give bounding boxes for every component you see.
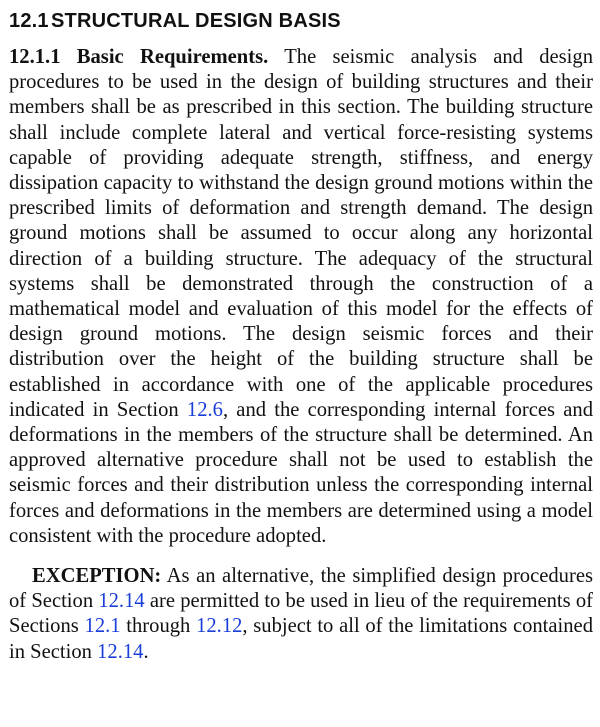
basic-requirements-paragraph: 12.1.1 Basic Requirements. The seismic a… xyxy=(9,45,593,549)
section-12-14-link[interactable]: 12.14 xyxy=(98,590,144,612)
exception-paragraph: EXCEPTION: As an alternative, the simpli… xyxy=(9,564,593,665)
exception-label: EXCEPTION: xyxy=(32,565,162,588)
section-12-12-link[interactable]: 12.12 xyxy=(196,615,242,637)
subsection-heading: 12.1.1 Basic Requirements. xyxy=(9,46,269,68)
section-number: 12.1 xyxy=(9,10,49,32)
document-page: 12.1 STRUCTURAL DESIGN BASIS 12.1.1 Basic… xyxy=(0,0,600,727)
exception-text: . xyxy=(143,640,149,663)
paragraph-text: , and the corresponding internal forces … xyxy=(9,398,594,547)
section-12-6-link[interactable]: 12.6 xyxy=(187,399,223,421)
paragraph-text: The seismic analysis and design procedur… xyxy=(9,46,593,421)
exception-text: through xyxy=(120,615,197,638)
section-title: STRUCTURAL DESIGN BASIS xyxy=(51,10,341,32)
section-12-14-link[interactable]: 12.14 xyxy=(97,641,143,663)
section-12-1-link[interactable]: 12.1 xyxy=(85,615,121,637)
section-heading: 12.1 STRUCTURAL DESIGN BASIS xyxy=(9,8,593,34)
